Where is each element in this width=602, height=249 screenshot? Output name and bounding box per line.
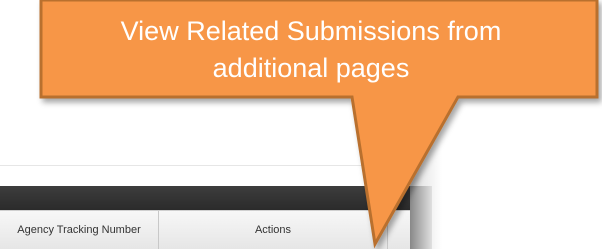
callout-line-1: View Related Submissions from xyxy=(120,16,502,46)
callout-line-2: additional pages xyxy=(212,53,410,83)
